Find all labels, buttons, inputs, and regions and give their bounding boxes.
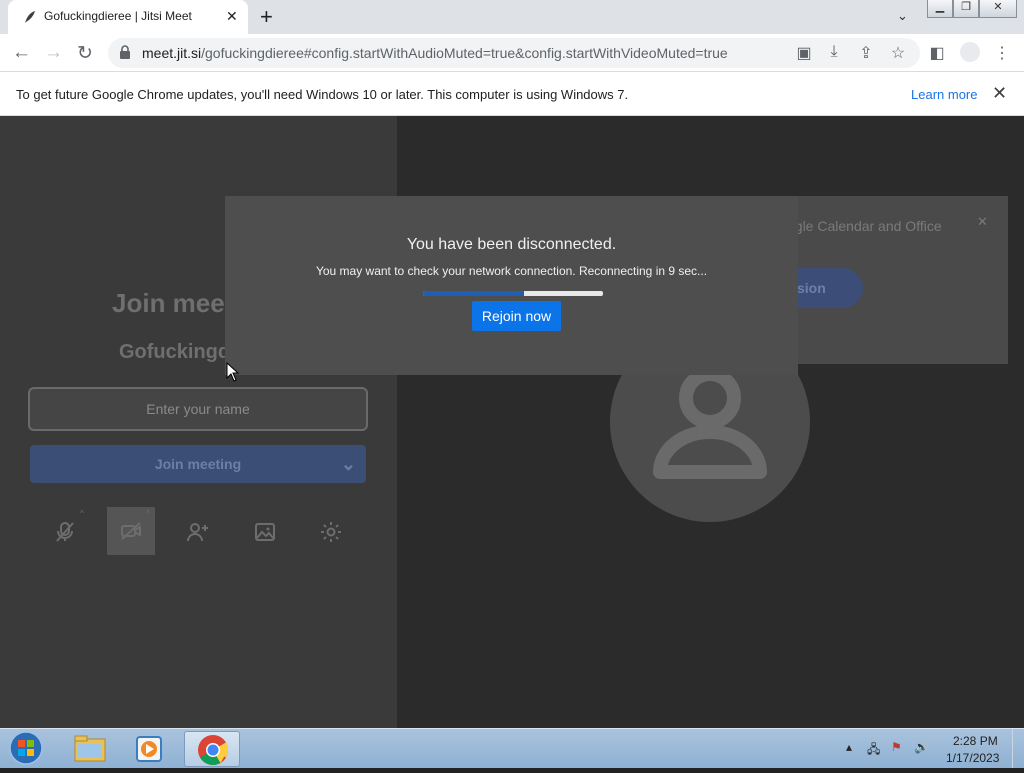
camera-blocked-icon[interactable]: ▣	[795, 43, 813, 62]
share-icon[interactable]: ⇪	[857, 43, 875, 62]
media-player-icon	[136, 736, 162, 762]
mouse-cursor-icon	[226, 362, 240, 382]
url-path: /gofuckingdieree#config.startWithAudioMu…	[201, 45, 728, 61]
volume-icon[interactable]: 🔊	[914, 740, 929, 754]
close-window-button[interactable]: ✕	[979, 0, 1017, 18]
learn-more-link[interactable]: Learn more	[911, 87, 977, 102]
video-options-chevron-icon[interactable]: ^	[146, 509, 150, 518]
add-user-icon	[187, 523, 208, 542]
calendar-banner-text: ogle Calendar and Office	[787, 218, 942, 234]
chrome-icon	[198, 735, 229, 766]
lock-icon	[120, 45, 130, 59]
back-icon[interactable]: ←	[12, 42, 31, 64]
virtual-background-button[interactable]	[243, 510, 287, 554]
bookmark-star-icon[interactable]: ☆	[889, 43, 907, 62]
windows-start-button-icon[interactable]	[6, 730, 46, 766]
reload-icon[interactable]: ↻	[77, 42, 93, 65]
dialog-message: You may want to check your network conne…	[315, 264, 708, 278]
audio-options-chevron-icon[interactable]: ^	[80, 509, 84, 518]
update-infobar: To get future Google Chrome updates, you…	[0, 72, 1024, 116]
chevron-down-icon[interactable]: ⌄	[341, 445, 356, 483]
calendar-banner-button-label: sion	[797, 280, 826, 296]
calendar-banner-button[interactable]: sion	[797, 268, 863, 308]
network-icon[interactable]: 🖧	[867, 740, 880, 761]
action-center-flag-icon[interactable]: ⚑	[891, 740, 902, 754]
show-desktop-button[interactable]	[1012, 729, 1024, 768]
folder-icon	[74, 735, 106, 762]
side-panel-icon[interactable]: ◧	[928, 43, 946, 62]
install-app-icon[interactable]: ⤓	[825, 43, 843, 61]
url-text: meet.jit.si/gofuckingdieree#config.start…	[142, 45, 728, 61]
rejoin-now-button[interactable]: Rejoin now	[472, 301, 561, 331]
name-input[interactable]	[28, 387, 368, 431]
join-meeting-button[interactable]: Join meeting ⌄	[30, 445, 366, 483]
media-player-taskbar-button[interactable]	[122, 731, 178, 767]
invite-people-button[interactable]	[176, 510, 220, 554]
mic-off-icon	[56, 522, 74, 542]
file-explorer-taskbar-button[interactable]	[62, 731, 118, 767]
image-icon	[255, 523, 275, 541]
profile-avatar[interactable]	[960, 42, 980, 62]
jitsi-favicon-icon	[25, 11, 35, 23]
clock-time[interactable]: 2:28 PM	[953, 734, 998, 748]
tab-close-icon[interactable]: ✕	[226, 8, 238, 25]
room-name: Gofuckingd	[119, 341, 231, 363]
settings-button[interactable]	[309, 510, 353, 554]
forward-icon[interactable]: →	[44, 42, 63, 64]
tab-search-icon[interactable]: ⌄	[897, 8, 908, 24]
menu-kebab-icon[interactable]: ⋮	[993, 43, 1011, 62]
clock-date[interactable]: 1/17/2023	[946, 751, 999, 765]
prejoin-title: Join meet	[112, 288, 234, 318]
new-tab-button[interactable]: +	[260, 4, 273, 30]
infobar-message: To get future Google Chrome updates, you…	[16, 87, 629, 102]
url-host: meet.jit.si	[142, 45, 202, 61]
join-meeting-label: Join meeting	[154, 456, 242, 472]
minimize-button[interactable]: ▁	[927, 0, 953, 18]
infobar-close-icon[interactable]: ✕	[992, 83, 1007, 104]
gear-icon	[321, 522, 341, 542]
chrome-taskbar-button[interactable]	[184, 731, 240, 767]
restore-button[interactable]: ❐	[953, 0, 979, 18]
disconnected-dialog: You have been disconnected. You may want…	[225, 196, 798, 375]
banner-close-icon[interactable]: ✕	[977, 214, 988, 230]
browser-tab[interactable]: Gofuckingdieree | Jitsi Meet ✕	[8, 0, 248, 34]
tab-title: Gofuckingdieree | Jitsi Meet	[44, 9, 192, 23]
reconnect-progress-fill	[423, 291, 524, 296]
show-hidden-icons-icon[interactable]: ▴	[846, 740, 852, 754]
reconnect-progress-bar	[423, 291, 603, 296]
dialog-title: You have been disconnected.	[406, 236, 617, 253]
camera-off-icon	[121, 522, 141, 540]
